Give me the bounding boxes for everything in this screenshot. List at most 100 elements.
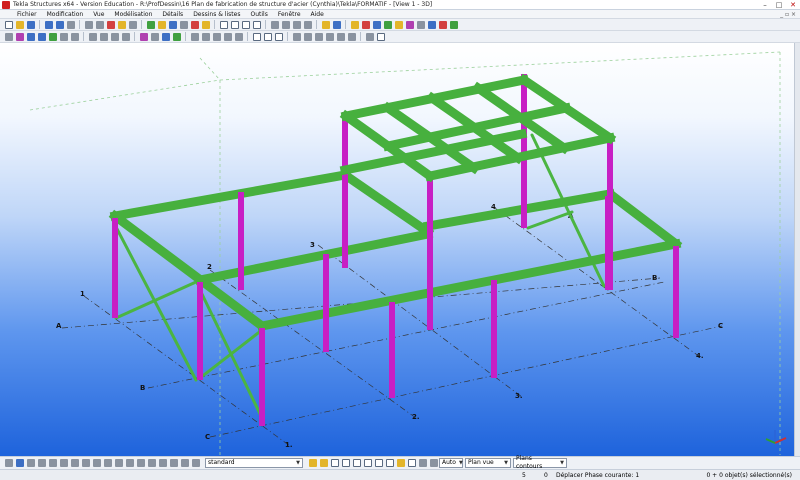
select-objects-icon[interactable] <box>26 459 35 467</box>
snap-reference-icon[interactable] <box>308 459 317 467</box>
snap-point-icon[interactable] <box>365 32 374 41</box>
snap-end-icon[interactable] <box>230 20 239 29</box>
menu-aide[interactable]: Aide <box>306 11 329 18</box>
select-welds-icon[interactable] <box>314 32 323 41</box>
snap-endpoints-icon[interactable] <box>341 459 350 467</box>
menu-dessins-listes[interactable]: Dessins & listes <box>188 11 245 18</box>
macro-icon[interactable] <box>361 20 370 29</box>
snap-nearest-icon[interactable] <box>407 459 416 467</box>
select-all-filter-icon[interactable] <box>4 459 13 467</box>
area-view-icon[interactable] <box>274 32 283 41</box>
select-assembly-icon[interactable] <box>15 459 24 467</box>
numbering-icon[interactable] <box>168 20 177 29</box>
component-icon[interactable] <box>350 20 359 29</box>
select-surface-icon[interactable] <box>59 459 68 467</box>
work-plane-combo[interactable]: Plan vue ▼ <box>465 458 511 468</box>
model-view-3d[interactable]: 1 2 3 4 1. 2. 3. 4. A B C A B C <box>0 43 800 456</box>
select-points-icon[interactable] <box>37 459 46 467</box>
create-polybeam-icon[interactable] <box>37 32 46 41</box>
view-3d-icon[interactable] <box>88 32 97 41</box>
select-cuts-icon[interactable] <box>81 459 90 467</box>
fitting-icon[interactable] <box>416 20 425 29</box>
select-all-icon[interactable] <box>292 32 301 41</box>
menu-fenetre[interactable]: Fenêtre <box>273 11 306 18</box>
undo-icon[interactable] <box>44 20 53 29</box>
select-distances-icon[interactable] <box>147 459 156 467</box>
snap-midpoints-icon[interactable] <box>363 459 372 467</box>
zoom-window-icon[interactable] <box>212 32 221 41</box>
bolt-measure-icon[interactable] <box>303 20 312 29</box>
rotate-icon[interactable] <box>234 32 243 41</box>
selection-filter-combo[interactable]: standard ▼ <box>205 458 303 468</box>
pick-tool-icon[interactable] <box>321 20 330 29</box>
redo-icon[interactable] <box>55 20 64 29</box>
create-plate-icon[interactable] <box>59 32 68 41</box>
select-reinforcing-icon[interactable] <box>125 459 134 467</box>
snap-any-icon[interactable] <box>376 32 385 41</box>
measure-icon[interactable] <box>270 20 279 29</box>
view-list-icon[interactable] <box>121 32 130 41</box>
zoom-out-icon[interactable] <box>201 32 210 41</box>
report-icon[interactable] <box>157 20 166 29</box>
menu-vue[interactable]: Vue <box>88 11 109 18</box>
new-model-icon[interactable] <box>4 20 13 29</box>
render-color-icon[interactable] <box>172 32 181 41</box>
snap-override-icon[interactable] <box>429 459 438 467</box>
inquire-icon[interactable] <box>128 20 137 29</box>
catalog-icon[interactable] <box>201 20 210 29</box>
select-parts-filter-icon[interactable] <box>48 459 57 467</box>
open-model-icon[interactable] <box>15 20 24 29</box>
create-grid-icon[interactable] <box>4 32 13 41</box>
select-grids-icon[interactable] <box>347 32 356 41</box>
maximize-button[interactable]: □ <box>772 0 786 10</box>
select-components-icon[interactable] <box>336 32 345 41</box>
pan-icon[interactable] <box>223 32 232 41</box>
menu-fichier[interactable]: Fichier <box>12 11 42 18</box>
select-filter-icon[interactable] <box>191 459 200 467</box>
interrupt-icon[interactable] <box>66 20 75 29</box>
snap-mid-icon[interactable] <box>241 20 250 29</box>
work-plane-icon[interactable] <box>252 32 261 41</box>
create-slab-icon[interactable] <box>70 32 79 41</box>
snap-intersect-icon[interactable] <box>252 20 261 29</box>
snap-centers-icon[interactable] <box>352 459 361 467</box>
split-icon[interactable] <box>438 20 447 29</box>
save-icon[interactable] <box>26 20 35 29</box>
tekla-app-icon[interactable] <box>2 0 10 9</box>
chamfer-icon[interactable] <box>427 20 436 29</box>
select-grid-lines-icon[interactable] <box>158 459 167 467</box>
zoom-in-icon[interactable] <box>190 32 199 41</box>
snap-depth-combo[interactable]: Auto ▼ <box>439 458 463 468</box>
create-drawing-icon[interactable] <box>190 20 199 29</box>
cut-icon[interactable] <box>405 20 414 29</box>
select-bolts-icon[interactable] <box>325 32 334 41</box>
create-column-icon[interactable] <box>15 32 24 41</box>
render-shaded-icon[interactable] <box>161 32 170 41</box>
view-plan-icon[interactable] <box>99 32 108 41</box>
weld-icon[interactable] <box>383 20 392 29</box>
mdi-window-controls[interactable]: _ ▫ × <box>780 11 800 18</box>
vertical-scrollbar[interactable] <box>794 43 800 456</box>
select-bolt-groups-icon[interactable] <box>103 459 112 467</box>
angle-icon[interactable] <box>292 20 301 29</box>
menu-details[interactable]: Détails <box>157 11 188 18</box>
snap-geometry-icon[interactable] <box>319 459 328 467</box>
delete-icon[interactable] <box>106 20 115 29</box>
plane-type-combo[interactable]: Plans contours ▼ <box>513 455 567 470</box>
select-loads-icon[interactable] <box>169 459 178 467</box>
drawing-list-icon[interactable] <box>146 20 155 29</box>
menu-modification[interactable]: Modification <box>42 11 89 18</box>
combine-icon[interactable] <box>449 20 458 29</box>
create-brace-icon[interactable] <box>48 32 57 41</box>
minimize-button[interactable]: – <box>758 0 772 10</box>
bolt-icon[interactable] <box>394 20 403 29</box>
snap-intersections-icon[interactable] <box>374 459 383 467</box>
select-planes-icon[interactable] <box>136 459 145 467</box>
render-solid-icon[interactable] <box>139 32 148 41</box>
snap-points-icon[interactable] <box>330 459 339 467</box>
properties-icon[interactable] <box>117 20 126 29</box>
render-wire-icon[interactable] <box>150 32 159 41</box>
view-properties-icon[interactable] <box>110 32 119 41</box>
menu-modelisation[interactable]: Modélisation <box>109 11 157 18</box>
create-beam-icon[interactable] <box>26 32 35 41</box>
